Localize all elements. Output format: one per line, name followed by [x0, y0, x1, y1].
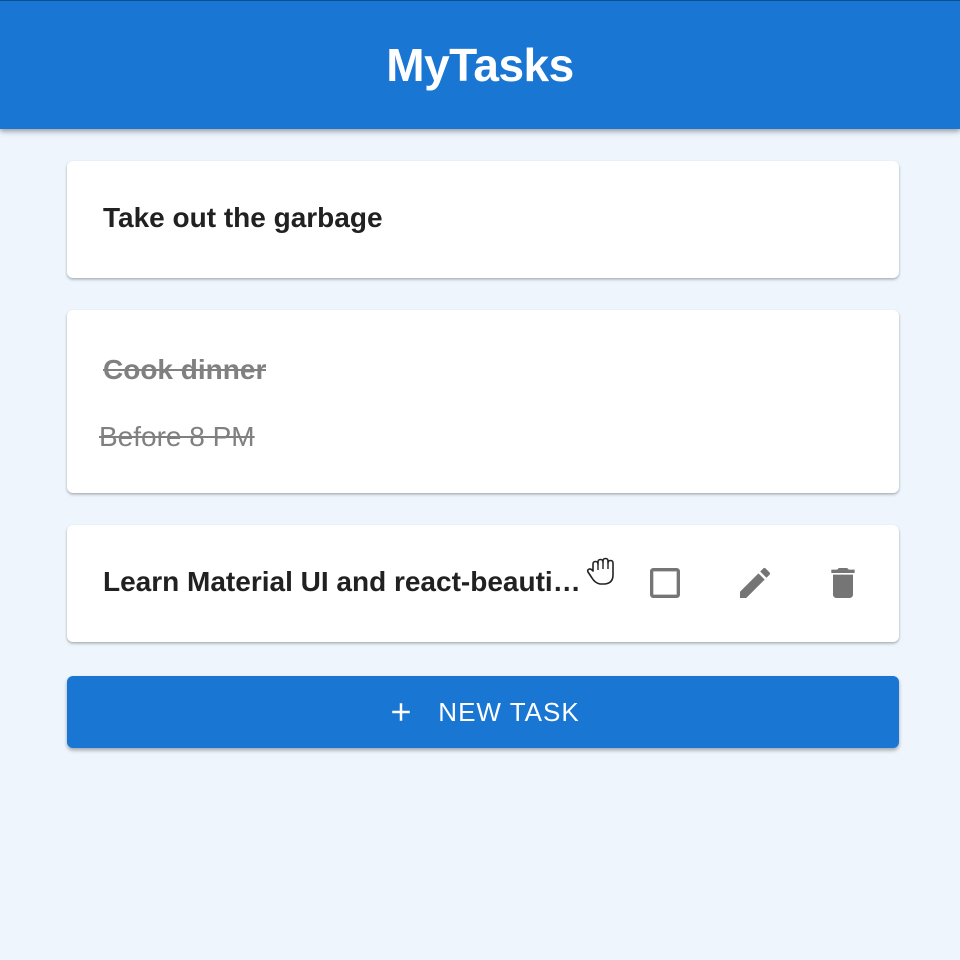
new-task-label: NEW TASK [438, 696, 580, 727]
plus-icon [392, 703, 411, 721]
pencil-icon [740, 567, 771, 598]
trash-icon [831, 568, 855, 598]
task-description: Before 8 PM [99, 421, 255, 452]
delete-button[interactable] [821, 561, 865, 605]
complete-checkbox[interactable] [643, 561, 687, 605]
task-card-completed[interactable]: Cook dinner Before 8 PM [67, 310, 899, 493]
app-title: MyTasks [386, 39, 574, 91]
task-card[interactable]: Take out the garbage [67, 161, 899, 278]
edit-button[interactable] [733, 561, 777, 605]
task-title: Learn Material UI and react-beautiful-dn… [103, 566, 585, 597]
checkbox-outline-icon [650, 568, 680, 598]
task-title: Take out the garbage [103, 202, 383, 233]
task-list: Take out the garbage Cook dinner Before … [67, 161, 899, 674]
new-task-button[interactable]: NEW TASK [67, 676, 899, 748]
app-bar: MyTasks [0, 0, 960, 129]
task-card-hovered[interactable]: Learn Material UI and react-beautiful-dn… [67, 525, 899, 642]
grab-hand-icon[interactable] [585, 553, 623, 591]
task-title: Cook dinner [103, 354, 267, 385]
